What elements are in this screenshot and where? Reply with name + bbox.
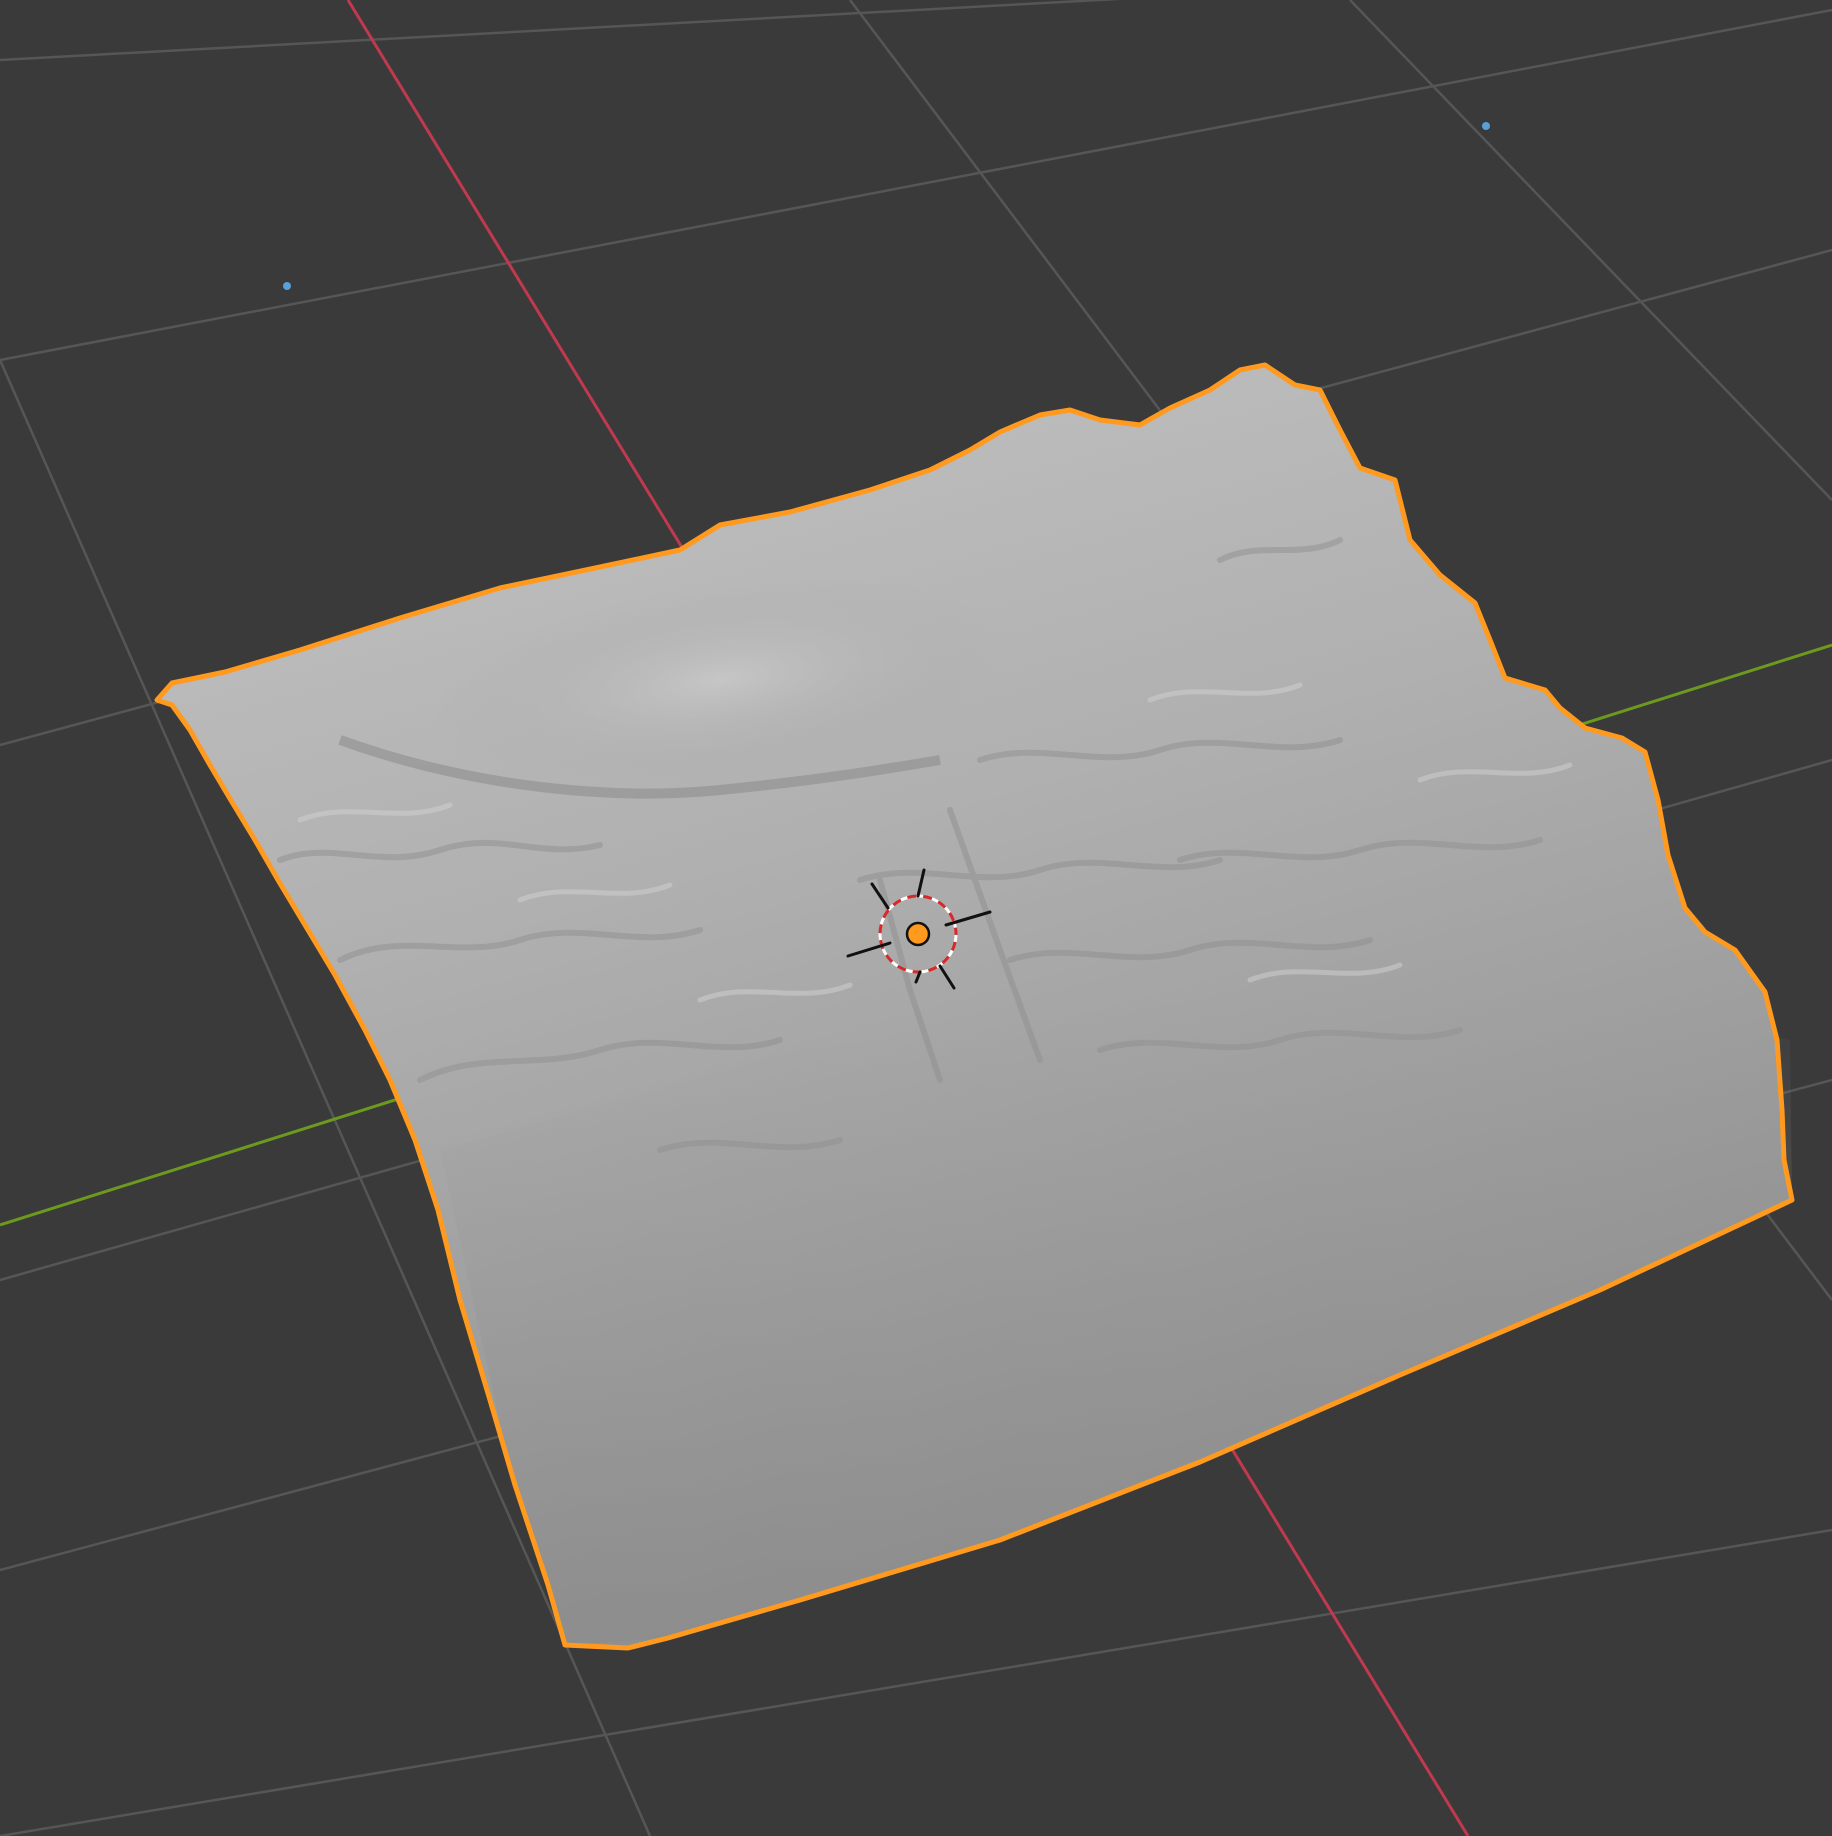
- object-origin-dot[interactable]: [905, 921, 931, 947]
- viewport-canvas[interactable]: [0, 0, 1832, 1836]
- 3d-viewport[interactable]: [0, 0, 1832, 1836]
- light-point-icon[interactable]: [283, 282, 291, 290]
- light-point-icon[interactable]: [1482, 122, 1490, 130]
